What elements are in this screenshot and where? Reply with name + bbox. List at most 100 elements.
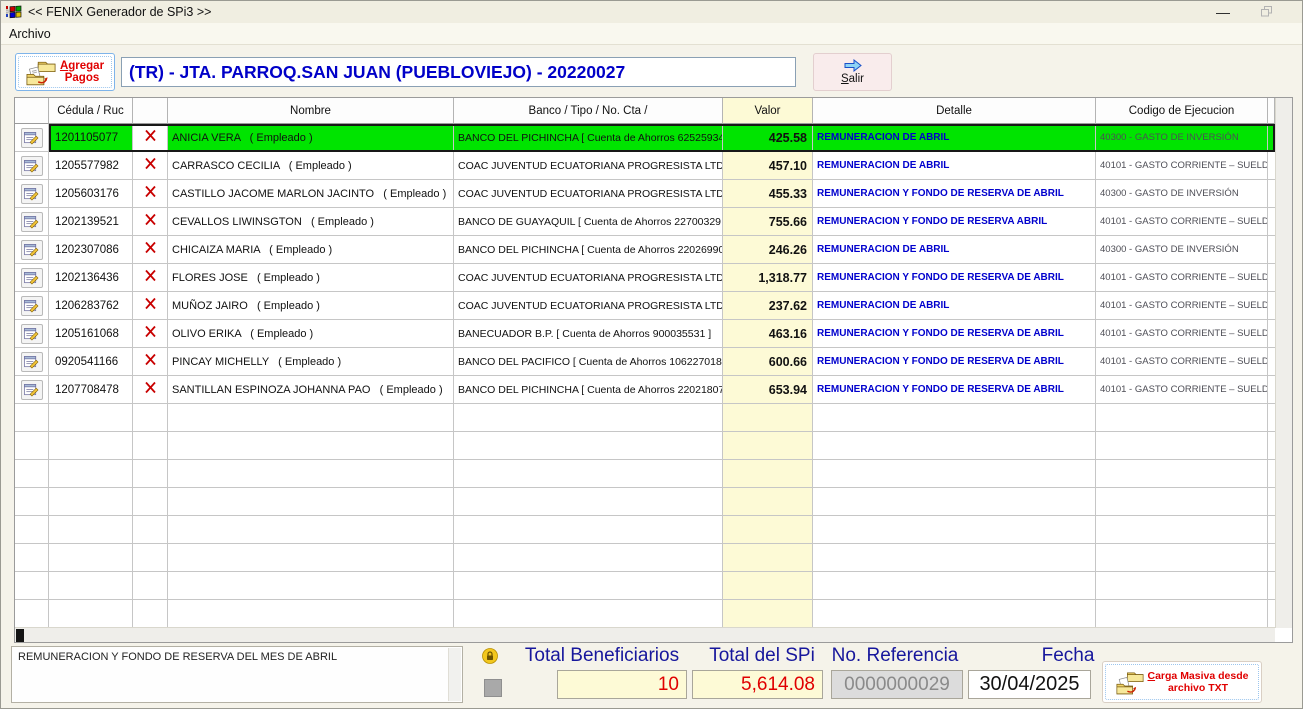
detalle-cell: REMUNERACION Y FONDO DE RESERVA DE ABRIL [813, 264, 1096, 292]
nombre-cell: ANICIA VERA ( Empleado ) [168, 124, 454, 152]
empty-cell [1096, 516, 1268, 544]
edit-row-icon[interactable] [21, 184, 43, 204]
empty-cell [723, 404, 813, 432]
empty-cell [1268, 404, 1275, 432]
empty-cell [1096, 572, 1268, 600]
row-selector-cell [15, 124, 49, 152]
detalle-cell: REMUNERACION Y FONDO DE RESERVA DE ABRIL [813, 348, 1096, 376]
edit-row-icon[interactable] [21, 268, 43, 288]
empty-cell [133, 600, 168, 628]
edit-row-icon[interactable] [21, 352, 43, 372]
carga-masiva-label-2: archivo TXT [1148, 682, 1249, 694]
table-row[interactable]: 1202139521CEVALLOS LIWINSGTON ( Empleado… [15, 208, 1275, 236]
detalle-cell: REMUNERACION Y FONDO DE RESERVA ABRIL [813, 208, 1096, 236]
salir-button[interactable]: Salir [813, 53, 892, 91]
empty-cell [133, 572, 168, 600]
entity-title-text: (TR) - JTA. PARROQ.SAN JUAN (PUEBLOVIEJO… [129, 62, 625, 83]
delete-row-icon[interactable] [144, 129, 157, 147]
delete-row-icon[interactable] [144, 381, 157, 399]
table-row[interactable]: 1205603176CASTILLO JACOME MARLON JACINTO… [15, 180, 1275, 208]
minimize-button[interactable]: — [1206, 1, 1240, 22]
edit-row-icon[interactable] [21, 240, 43, 260]
valor-cell: 457.10 [723, 152, 813, 180]
gray-square-button[interactable] [484, 679, 502, 697]
valor-cell: 237.62 [723, 292, 813, 320]
table-row[interactable]: 0920541166PINCAY MICHELLY ( Empleado )BA… [15, 348, 1275, 376]
empty-cell [49, 404, 133, 432]
restore-button[interactable] [1250, 1, 1284, 22]
valor-cell: 425.58 [723, 124, 813, 152]
delete-row-icon[interactable] [144, 213, 157, 231]
grid-hscroll-thumb[interactable] [16, 629, 24, 642]
codigo-cell: 40300 - GASTO DE INVERSIÓN [1096, 124, 1268, 152]
table-row[interactable]: 1205577982CARRASCO CECILIA ( Empleado )C… [15, 152, 1275, 180]
payments-grid: Cédula / Ruc Nombre Banco / Tipo / No. C… [14, 97, 1293, 643]
delete-row-icon[interactable] [144, 353, 157, 371]
detalle-scrollbar[interactable] [448, 648, 461, 701]
table-row[interactable]: 1202307086CHICAIZA MARIA ( Empleado )BAN… [15, 236, 1275, 264]
delete-row-icon[interactable] [144, 269, 157, 287]
codigo-cell: 40101 - GASTO CORRIENTE – SUELDOS [1096, 264, 1268, 292]
filler-cell [1268, 376, 1275, 404]
table-row[interactable]: 1207708478SANTILLAN ESPINOZA JOHANNA PAO… [15, 376, 1275, 404]
codigo-cell: 40300 - GASTO DE INVERSIÓN [1096, 180, 1268, 208]
empty-cell [813, 572, 1096, 600]
delete-row-icon[interactable] [144, 297, 157, 315]
edit-row-icon[interactable] [21, 324, 43, 344]
empty-cell [1096, 404, 1268, 432]
header-banco: Banco / Tipo / No. Cta / [454, 98, 723, 124]
detalle-cell: REMUNERACION Y FONDO DE RESERVA DE ABRIL [813, 376, 1096, 404]
nombre-cell: MUÑOZ JAIRO ( Empleado ) [168, 292, 454, 320]
empty-cell [15, 488, 49, 516]
fecha-field[interactable]: 30/04/2025 [968, 670, 1091, 699]
edit-row-icon[interactable] [21, 380, 43, 400]
lock-icon[interactable] [482, 648, 498, 664]
table-row[interactable]: 1201105077ANICIA VERA ( Empleado )BANCO … [15, 124, 1275, 152]
folders-transfer-icon [1116, 670, 1144, 695]
grid-vertical-scrollbar[interactable] [1275, 98, 1292, 628]
delete-row-icon[interactable] [144, 241, 157, 259]
edit-row-icon[interactable] [21, 128, 43, 148]
entity-title-field[interactable]: (TR) - JTA. PARROQ.SAN JUAN (PUEBLOVIEJO… [121, 57, 796, 87]
app-logo-icon [6, 5, 22, 20]
salir-label: Salir [841, 73, 864, 85]
edit-row-icon[interactable] [21, 296, 43, 316]
row-selector-cell [15, 376, 49, 404]
row-selector-cell [15, 292, 49, 320]
empty-cell [15, 460, 49, 488]
delete-cell [133, 292, 168, 320]
agregar-pagos-label-1: Agregar [60, 60, 104, 73]
empty-cell [49, 516, 133, 544]
banco-cell: BANCO DE GUAYAQUIL [ Cuenta de Ahorros 2… [454, 208, 723, 236]
table-row[interactable]: 1202136436FLORES JOSE ( Empleado )COAC J… [15, 264, 1275, 292]
empty-cell [1268, 488, 1275, 516]
folders-transfer-icon [26, 59, 56, 86]
cedula-cell: 0920541166 [49, 348, 133, 376]
detalle-cell: REMUNERACION Y FONDO DE RESERVA DE ABRIL [813, 180, 1096, 208]
table-row[interactable]: 1206283762MUÑOZ JAIRO ( Empleado )COAC J… [15, 292, 1275, 320]
empty-row [15, 432, 1275, 460]
edit-row-icon[interactable] [21, 212, 43, 232]
table-row[interactable]: 1205161068OLIVO ERIKA ( Empleado )BANECU… [15, 320, 1275, 348]
delete-cell [133, 348, 168, 376]
delete-row-icon[interactable] [144, 325, 157, 343]
delete-row-icon[interactable] [144, 157, 157, 175]
nombre-cell: PINCAY MICHELLY ( Empleado ) [168, 348, 454, 376]
empty-cell [454, 432, 723, 460]
menu-item-archivo[interactable]: Archivo [1, 25, 59, 43]
filler-cell [1268, 208, 1275, 236]
grid-horizontal-scrollbar[interactable] [15, 627, 1275, 642]
empty-cell [133, 432, 168, 460]
empty-row [15, 572, 1275, 600]
no-referencia-field: 0000000029 [831, 670, 963, 699]
nombre-cell: FLORES JOSE ( Empleado ) [168, 264, 454, 292]
edit-row-icon[interactable] [21, 156, 43, 176]
detalle-global-input[interactable]: REMUNERACION Y FONDO DE RESERVA DEL MES … [11, 646, 463, 703]
valor-cell: 463.16 [723, 320, 813, 348]
agregar-pagos-button[interactable]: Agregar Pagos [15, 53, 115, 91]
cedula-cell: 1206283762 [49, 292, 133, 320]
carga-masiva-label-1: Carga Masiva desde [1148, 670, 1249, 682]
delete-row-icon[interactable] [144, 185, 157, 203]
carga-masiva-button[interactable]: Carga Masiva desde archivo TXT [1102, 661, 1262, 703]
empty-cell [133, 544, 168, 572]
